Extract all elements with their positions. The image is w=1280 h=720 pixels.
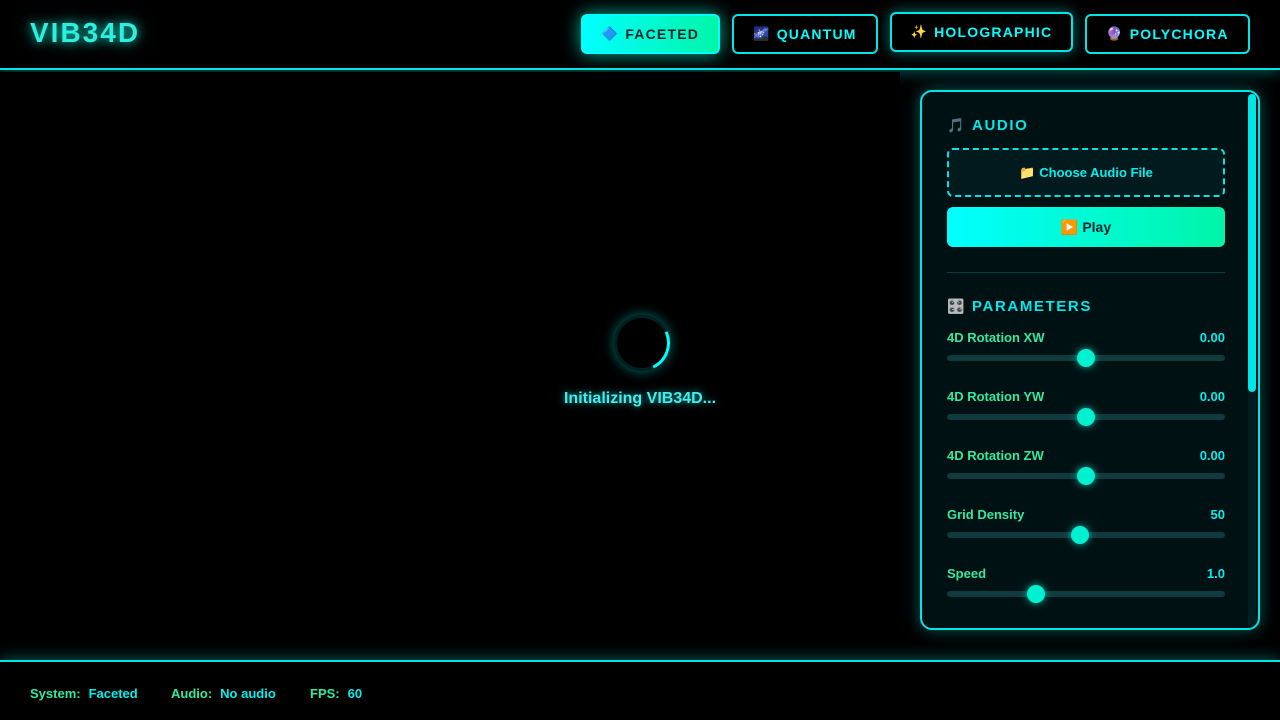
status-bar: System: Faceted Audio: No audio FPS: 60 [0, 660, 1280, 720]
slider-thumb[interactable] [1026, 585, 1045, 603]
parameters-section-label: PARAMETERS [972, 298, 1092, 315]
play-icon: ▶️ [1060, 218, 1079, 235]
system-button-holographic[interactable]: ✨ HOLOGRAPHIC [890, 12, 1073, 52]
status-system-label: System: [30, 686, 81, 701]
top-header: VIB34D 🔷 FACETED 🌌 QUANTUM ✨ HOLOGRAPHIC… [0, 0, 1280, 70]
param-rotation-zw: 4D Rotation ZW 0.00 [947, 448, 1225, 498]
folder-icon: 📁 [1019, 164, 1036, 180]
param-rotation-xw: 4D Rotation XW 0.00 [947, 330, 1225, 380]
crystal-ball-icon: 🔮 [1106, 26, 1124, 41]
audio-section-label: AUDIO [972, 117, 1029, 134]
play-button-label: Play [1082, 219, 1112, 235]
param-label: 4D Rotation ZW [947, 448, 1044, 463]
control-knobs-icon: 🎛️ [947, 298, 967, 314]
status-audio-label: Audio: [171, 686, 213, 701]
visualization-canvas[interactable] [0, 72, 900, 658]
section-divider [947, 272, 1225, 273]
param-label: Grid Density [947, 507, 1025, 522]
audio-section-title: 🎵 AUDIO [947, 117, 1028, 134]
slider-thumb[interactable] [1077, 467, 1095, 485]
param-slider[interactable] [947, 408, 1225, 426]
app-logo: VIB34D [30, 17, 141, 48]
status-fps-label: FPS: [310, 686, 340, 701]
system-button-label: POLYCHORA [1129, 26, 1229, 42]
sparkles-icon: ✨ [910, 24, 929, 39]
choose-audio-file-button[interactable]: 📁 Choose Audio File [947, 148, 1225, 197]
parameters-section-title: 🎛️ PARAMETERS [947, 298, 1092, 315]
slider-thumb[interactable] [1071, 526, 1090, 544]
param-slider[interactable] [947, 349, 1225, 367]
slider-thumb[interactable] [1077, 349, 1095, 367]
param-speed: Speed 1.0 [947, 566, 1225, 616]
param-value: 50 [1210, 507, 1225, 522]
param-value: 1.0 [1206, 566, 1225, 581]
param-value: 0.00 [1199, 330, 1225, 345]
status-system: System: Faceted [30, 686, 138, 701]
param-rotation-yw: 4D Rotation YW 0.00 [947, 389, 1225, 439]
control-panel: 🎵 AUDIO 📁 Choose Audio File ▶️ Play 🎛️ P… [920, 90, 1260, 630]
param-label: 4D Rotation YW [947, 389, 1045, 404]
slider-thumb[interactable] [1077, 408, 1095, 426]
param-grid-density: Grid Density 50 [947, 507, 1225, 557]
galaxy-icon: 🌌 [753, 26, 771, 41]
status-audio-value: No audio [220, 686, 276, 701]
system-button-label: FACETED [625, 26, 700, 42]
scrollbar-thumb[interactable] [1248, 94, 1256, 392]
diamond-icon: 🔷 [601, 26, 620, 41]
system-button-label: QUANTUM [776, 26, 857, 42]
param-slider[interactable] [947, 585, 1225, 603]
param-value: 0.00 [1199, 448, 1225, 463]
param-value: 0.00 [1199, 389, 1225, 404]
loading-message: Initializing VIB34D... [563, 390, 717, 407]
param-label: 4D Rotation XW [947, 330, 1045, 345]
music-note-icon: 🎵 [947, 117, 967, 133]
param-slider[interactable] [947, 467, 1225, 485]
status-audio: Audio: No audio [171, 686, 276, 701]
status-system-value: Faceted [88, 686, 138, 701]
panel-scrollbar[interactable] [1248, 94, 1256, 626]
status-fps-value: 60 [347, 686, 363, 701]
status-fps: FPS: 60 [310, 686, 362, 701]
param-label: Speed [947, 566, 987, 581]
system-button-label: HOLOGRAPHIC [934, 24, 1053, 40]
system-button-faceted[interactable]: 🔷 FACETED [581, 14, 720, 54]
system-button-polychora[interactable]: 🔮 POLYCHORA [1085, 14, 1250, 54]
system-button-quantum[interactable]: 🌌 QUANTUM [732, 14, 878, 54]
choose-audio-file-label: Choose Audio File [1039, 165, 1153, 180]
play-button[interactable]: ▶️ Play [947, 207, 1225, 247]
param-slider[interactable] [947, 526, 1225, 544]
